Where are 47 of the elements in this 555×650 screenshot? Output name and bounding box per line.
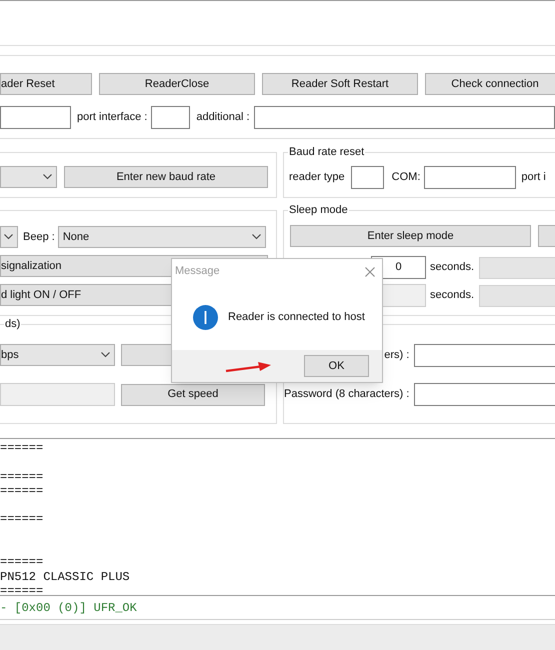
toolbar-button[interactable]: Reader Soft Restart	[262, 73, 418, 95]
field-label: seconds.	[430, 260, 474, 276]
toolbar-button[interactable]: ReaderClose	[99, 73, 255, 95]
log-line: ======	[0, 441, 44, 456]
input-field[interactable]	[350, 166, 384, 189]
input-field[interactable]	[0, 106, 71, 129]
dialog-title: Message	[175, 264, 220, 280]
input-field[interactable]	[414, 383, 555, 406]
field-label: Password (8 characters) :	[284, 387, 410, 402]
group-title: ds)	[4, 316, 22, 332]
field-label: seconds.	[430, 288, 474, 304]
log-line: ======	[0, 584, 44, 595]
group-title: Sleep mode	[288, 202, 349, 218]
dialog-message: Reader is connected to host	[228, 310, 365, 325]
field-label: Beep :	[23, 230, 55, 245]
dropdown[interactable]	[0, 226, 18, 248]
action-button[interactable]: Enter sleep mode	[290, 225, 531, 247]
status-line: - [0x00 (0)] UFR_OK	[0, 600, 137, 616]
input-field[interactable]	[414, 344, 555, 367]
log-line: ======	[0, 484, 44, 498]
arrow-icon	[225, 361, 272, 373]
field-label: additional :	[196, 110, 250, 126]
dropdown[interactable]: None	[58, 226, 266, 248]
field-label: reader type	[289, 170, 345, 186]
ok-button[interactable]: OK	[304, 355, 369, 377]
input-field[interactable]	[254, 106, 555, 129]
field-label: ers) :	[384, 348, 410, 364]
log-line: ======	[0, 512, 44, 527]
input-field[interactable]	[424, 166, 516, 189]
toolbar-button[interactable]: Check connection	[425, 73, 555, 95]
chevron-down-icon	[4, 234, 13, 240]
field-label: port interface :	[77, 110, 148, 126]
log-line: PN512 CLASSIC PLUS	[0, 570, 131, 584]
input-field[interactable]	[151, 106, 190, 129]
action-button[interactable]: Get speed	[121, 384, 265, 406]
close-icon[interactable]	[365, 266, 375, 276]
chevron-down-icon	[101, 352, 110, 358]
field-label: port i	[521, 170, 546, 186]
chevron-down-icon	[252, 234, 261, 240]
dropdown[interactable]: bps	[0, 344, 115, 366]
toolbar-button[interactable]: ader Reset	[0, 73, 92, 95]
chevron-down-icon	[43, 174, 52, 180]
action-button[interactable]: Enter new baud rate	[64, 166, 268, 188]
field-label: COM:	[392, 170, 420, 186]
info-icon	[193, 304, 218, 330]
log-line: ======	[0, 555, 44, 570]
log-line: ======	[0, 470, 44, 484]
